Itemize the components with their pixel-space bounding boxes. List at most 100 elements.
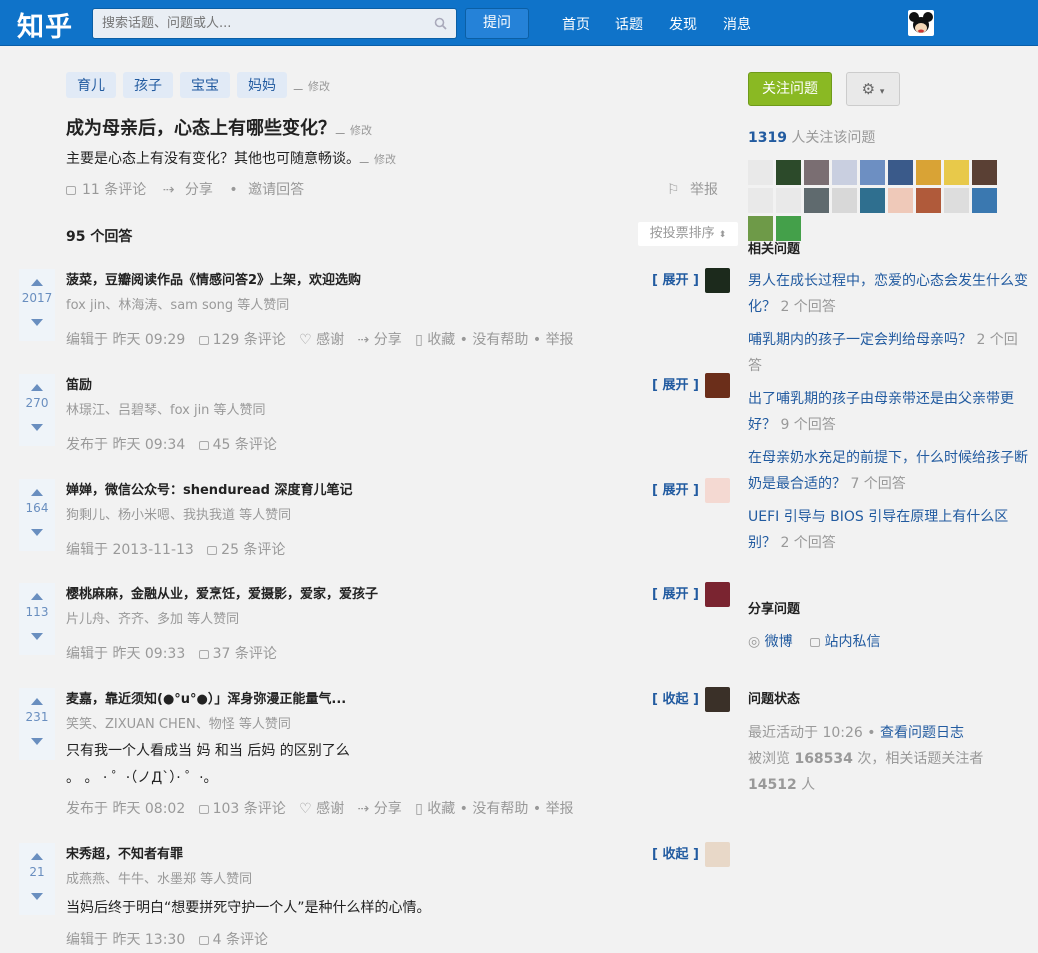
comments-link[interactable]: 37 条评论: [198, 646, 277, 662]
nav-topics[interactable]: 话题: [615, 14, 643, 34]
expand-toggle[interactable]: [ 展开 ]: [652, 374, 699, 393]
followers-count[interactable]: 1319: [748, 130, 787, 146]
edit-tags-link[interactable]: 修改: [293, 80, 330, 93]
answer-voters[interactable]: 笑笑、ZIXUAN CHEN、物怪 等人赞同: [66, 713, 291, 732]
upvote-icon[interactable]: [31, 384, 43, 391]
author-avatar[interactable]: [705, 373, 730, 398]
follower-avatar[interactable]: [804, 188, 829, 213]
upvote-icon[interactable]: [31, 853, 43, 860]
author-avatar[interactable]: [705, 478, 730, 503]
share-private-message-link[interactable]: 站内私信: [810, 634, 880, 650]
comments-link[interactable]: 129 条评论: [198, 332, 286, 348]
share-weibo-link[interactable]: ◎ 微博: [748, 634, 793, 650]
follow-question-button[interactable]: 关注问题: [748, 72, 832, 106]
answer-author[interactable]: 菠菜，豆瓣阅读作品《情感问答2》上架，欢迎选购: [66, 269, 361, 288]
thanks-link[interactable]: ♡ 感谢: [299, 332, 344, 348]
topic-tag[interactable]: 孩子: [123, 72, 173, 98]
comments-link[interactable]: 45 条评论: [198, 437, 277, 453]
not-helpful-link[interactable]: 没有帮助: [472, 801, 528, 817]
upvote-icon[interactable]: [31, 279, 43, 286]
collapse-toggle[interactable]: [ 收起 ]: [652, 843, 699, 862]
related-question-link[interactable]: 哺乳期内的孩子一定会判给母亲吗？: [748, 332, 972, 348]
follower-avatar[interactable]: [972, 188, 997, 213]
answer-author[interactable]: 婵婵，微信公众号：shenduread 深度育儿笔记: [66, 479, 352, 498]
collect-link[interactable]: ▯ 收藏: [415, 801, 455, 817]
not-helpful-link[interactable]: 没有帮助: [472, 332, 528, 348]
downvote-icon[interactable]: [31, 633, 43, 640]
topic-tag[interactable]: 妈妈: [237, 72, 287, 98]
follower-avatar[interactable]: [832, 160, 857, 185]
edit-title-link[interactable]: 修改: [335, 124, 372, 137]
follower-avatar[interactable]: [776, 160, 801, 185]
edit-description-link[interactable]: 修改: [359, 153, 396, 166]
search-input[interactable]: [93, 9, 423, 38]
report-link[interactable]: 举报: [546, 332, 574, 348]
question-comments-link[interactable]: 11 条评论: [66, 182, 152, 198]
search-icon[interactable]: [434, 17, 447, 30]
comments-link[interactable]: 25 条评论: [207, 542, 285, 558]
downvote-icon[interactable]: [31, 319, 43, 326]
user-avatar[interactable]: [908, 10, 934, 36]
upvote-icon[interactable]: [31, 698, 43, 705]
follower-avatar[interactable]: [972, 160, 997, 185]
author-avatar[interactable]: [705, 842, 730, 867]
thanks-link[interactable]: ♡ 感谢: [299, 801, 344, 817]
question-share-link[interactable]: ⇢ 分享: [163, 182, 219, 198]
vote-count: 231: [25, 710, 49, 724]
report-question-link[interactable]: ⚐ 举报: [667, 179, 724, 199]
invite-answer-link[interactable]: 邀请回答: [248, 182, 304, 198]
follower-avatar[interactable]: [776, 188, 801, 213]
zhihu-logo[interactable]: 知乎: [17, 5, 73, 44]
sort-by-votes-button[interactable]: 按投票排序 ⬍: [638, 222, 738, 246]
nav-explore[interactable]: 发现: [669, 14, 697, 34]
answer-voters[interactable]: fox jin、林海涛、sam song 等人赞同: [66, 294, 289, 313]
nav-home[interactable]: 首页: [562, 14, 590, 34]
follower-avatar[interactable]: [916, 188, 941, 213]
follower-avatar[interactable]: [832, 188, 857, 213]
share-link[interactable]: ⇢ 分享: [358, 332, 402, 348]
follower-avatar[interactable]: [748, 188, 773, 213]
follower-avatar[interactable]: [944, 188, 969, 213]
downvote-icon[interactable]: [31, 424, 43, 431]
view-log-link[interactable]: 查看问题日志: [880, 725, 964, 741]
follower-avatar[interactable]: [804, 160, 829, 185]
report-link[interactable]: 举报: [546, 801, 574, 817]
settings-dropdown-button[interactable]: ⚙ ▾: [846, 72, 900, 106]
follower-avatar[interactable]: [860, 188, 885, 213]
author-avatar[interactable]: [705, 268, 730, 293]
follower-avatar[interactable]: [888, 188, 913, 213]
answer-voters[interactable]: 成燕燕、牛牛、水墨郑 等人赞同: [66, 868, 252, 887]
follower-avatar[interactable]: [944, 160, 969, 185]
follower-avatar[interactable]: [860, 160, 885, 185]
search-box[interactable]: [92, 8, 457, 39]
comments-link[interactable]: 4 条评论: [198, 932, 268, 948]
answer-author[interactable]: 麦嘉，靠近须知(●°u°●）」浑身弥漫正能量气...: [66, 688, 346, 707]
answer-author[interactable]: 宋秀超，不知者有罪: [66, 843, 183, 862]
collect-link[interactable]: ▯ 收藏: [415, 332, 455, 348]
downvote-icon[interactable]: [31, 529, 43, 536]
answer-author[interactable]: 樱桃麻麻，金融从业，爱烹饪，爱摄影，爱家，爱孩子: [66, 583, 378, 602]
follower-avatar[interactable]: [888, 160, 913, 185]
share-link[interactable]: ⇢ 分享: [358, 801, 402, 817]
topic-tag[interactable]: 育儿: [66, 72, 116, 98]
answer-voters[interactable]: 林璟江、吕碧琴、fox jin 等人赞同: [66, 399, 266, 418]
answer-voters[interactable]: 片儿舟、齐齐、多加 等人赞同: [66, 608, 239, 627]
upvote-icon[interactable]: [31, 489, 43, 496]
nav-messages[interactable]: 消息: [723, 14, 751, 34]
follower-avatar[interactable]: [748, 160, 773, 185]
ask-button[interactable]: 提问: [465, 8, 529, 39]
downvote-icon[interactable]: [31, 738, 43, 745]
expand-toggle[interactable]: [ 展开 ]: [652, 479, 699, 498]
comments-link[interactable]: 103 条评论: [198, 801, 286, 817]
author-avatar[interactable]: [705, 582, 730, 607]
collapse-toggle[interactable]: [ 收起 ]: [652, 688, 699, 707]
answer-author[interactable]: 笛励: [66, 374, 92, 393]
expand-toggle[interactable]: [ 展开 ]: [652, 269, 699, 288]
answer-voters[interactable]: 狗剩儿、杨小米嗯、我执我道 等人赞同: [66, 504, 291, 523]
follower-avatar[interactable]: [916, 160, 941, 185]
topic-tag[interactable]: 宝宝: [180, 72, 230, 98]
downvote-icon[interactable]: [31, 893, 43, 900]
expand-toggle[interactable]: [ 展开 ]: [652, 583, 699, 602]
upvote-icon[interactable]: [31, 593, 43, 600]
author-avatar[interactable]: [705, 687, 730, 712]
